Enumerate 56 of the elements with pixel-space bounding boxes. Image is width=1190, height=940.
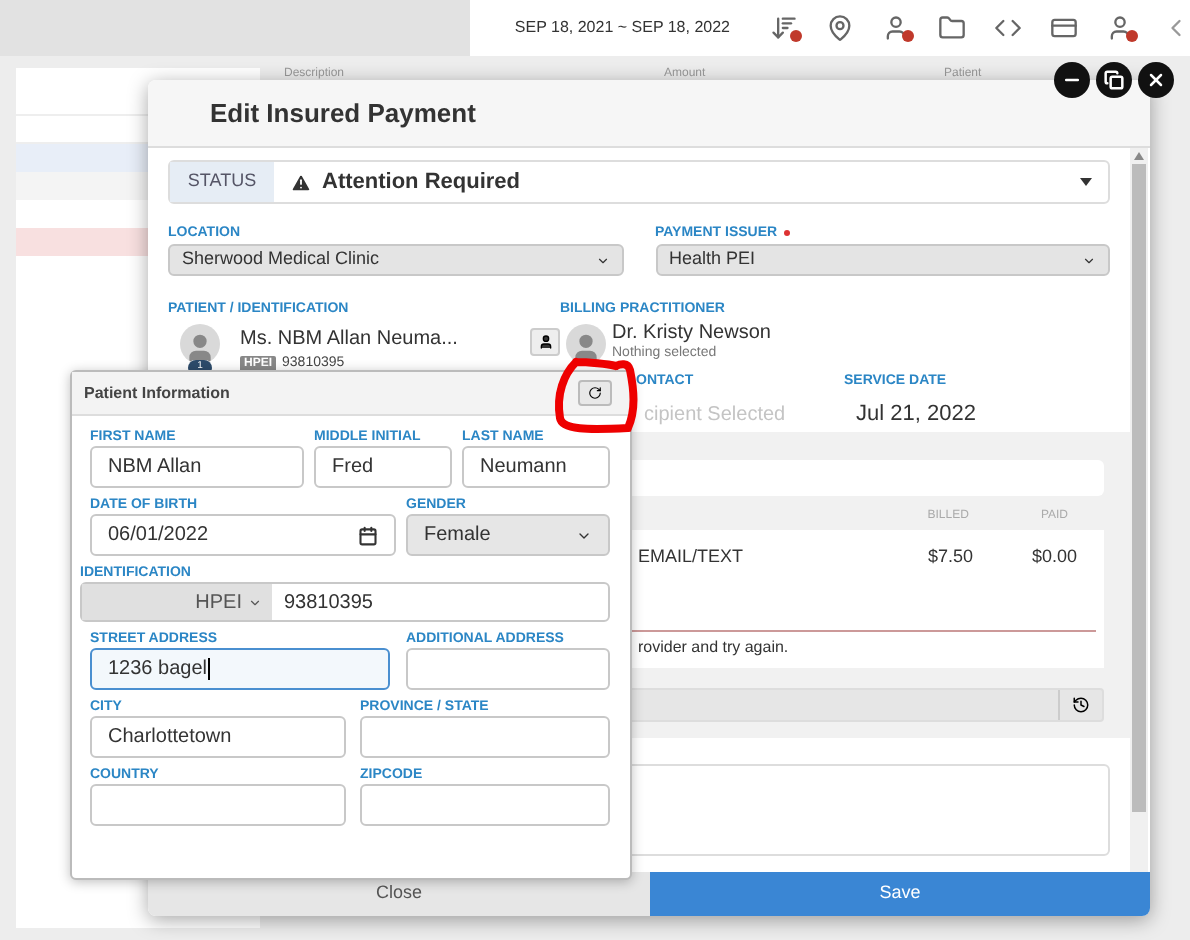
status-label: STATUS xyxy=(170,162,274,202)
code-icon[interactable] xyxy=(994,14,1022,42)
status-value: Attention Required xyxy=(322,167,522,198)
restore-icon xyxy=(1104,70,1124,90)
person-icon xyxy=(537,334,553,350)
folder-icon[interactable] xyxy=(938,14,966,42)
text-field[interactable]: NBM Allan xyxy=(90,446,304,488)
text-field[interactable]: 1236 bagel xyxy=(90,648,390,690)
chevron-down-icon xyxy=(1082,253,1096,267)
date-range[interactable]: SEP 18, 2021 ~ SEP 18, 2022 xyxy=(514,16,730,40)
id-type-select[interactable]: HPEI xyxy=(82,584,272,620)
person-silhouette-icon xyxy=(184,332,216,364)
scroll-up-arrow-icon[interactable] xyxy=(1134,152,1144,160)
id-number: 93810395 xyxy=(282,589,373,617)
text-field[interactable]: Neumann xyxy=(462,446,610,488)
refresh-button[interactable] xyxy=(578,380,612,406)
text-field[interactable]: Charlottetown xyxy=(90,716,346,758)
warning-icon xyxy=(290,171,312,193)
chevron-down-icon xyxy=(248,595,262,609)
person-icon[interactable] xyxy=(1106,14,1134,42)
text-field[interactable]: Fred xyxy=(314,446,452,488)
text-field[interactable] xyxy=(406,648,610,690)
error-message: rovider and try again. xyxy=(638,636,789,660)
select-field[interactable]: Female xyxy=(406,514,610,556)
date-field[interactable]: 06/01/2022 xyxy=(90,514,396,556)
person-button[interactable] xyxy=(530,328,560,356)
minimize-button[interactable] xyxy=(1054,62,1090,98)
refresh-icon xyxy=(588,386,602,400)
identification-field[interactable]: HPEI 93810395 xyxy=(80,582,610,622)
close-button[interactable] xyxy=(1138,62,1174,98)
billed-amount: $7.50 xyxy=(928,544,976,570)
contact-value: cipient Selected xyxy=(642,402,788,430)
text-field[interactable] xyxy=(360,716,610,758)
chevron-down-icon xyxy=(595,253,609,267)
dialog-title: Edit Insured Payment xyxy=(210,95,476,132)
save-button[interactable]: Save xyxy=(650,872,1150,916)
caret-icon[interactable] xyxy=(1080,178,1092,186)
popover-title: Patient Information xyxy=(84,381,230,405)
paid-amount: $0.00 xyxy=(1032,544,1080,570)
status-select[interactable]: STATUS Attention Required xyxy=(168,160,1110,204)
person-silhouette-icon xyxy=(570,332,602,364)
text-field[interactable] xyxy=(90,784,346,826)
text-field[interactable] xyxy=(360,784,610,826)
calendar-icon xyxy=(358,525,378,545)
restore-button[interactable] xyxy=(1096,62,1132,98)
select-field[interactable]: Health PEI xyxy=(655,244,1110,276)
sort-icon[interactable] xyxy=(770,14,798,42)
select-field[interactable]: Sherwood Medical Clinic xyxy=(168,244,623,276)
person-icon[interactable] xyxy=(882,14,910,42)
close-icon xyxy=(1146,70,1166,90)
service-date: Jul 21, 2022 xyxy=(854,400,976,430)
item-description: EMAIL/TEXT xyxy=(638,544,746,570)
card-icon[interactable] xyxy=(1050,14,1078,42)
pin-icon[interactable] xyxy=(826,14,854,42)
patient-name: Ms. NBM Allan Neuma... xyxy=(240,326,460,354)
practitioner-name: Dr. Kristy Newson xyxy=(612,324,771,344)
